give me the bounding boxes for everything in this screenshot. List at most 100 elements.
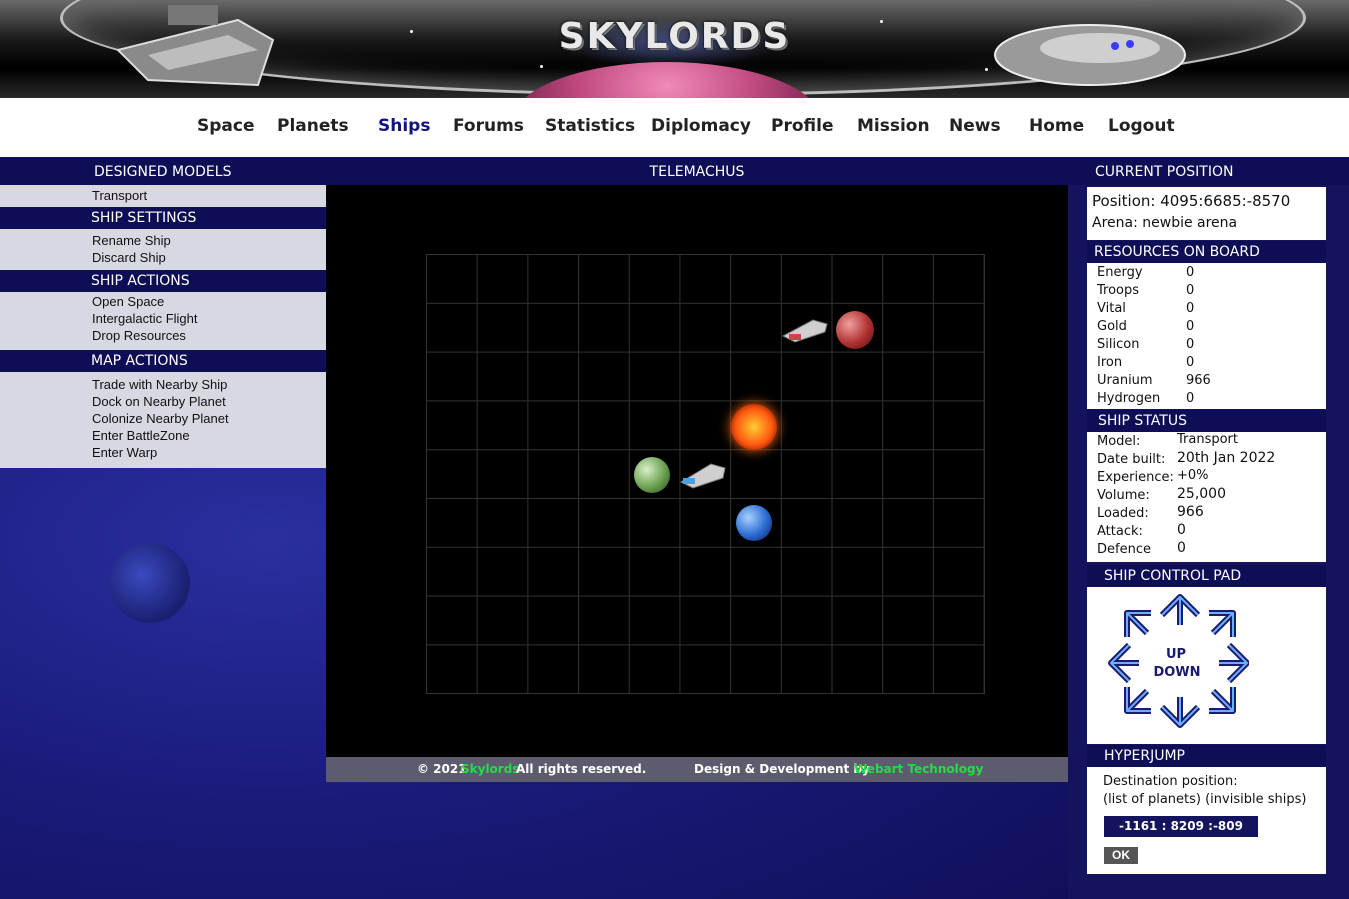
banner-star [985,68,988,71]
ship-actions-list: Open Space Intergalactic Flight Drop Res… [0,292,326,350]
menu-enter-battlezone[interactable]: Enter BattleZone [92,428,190,443]
designed-models-list: Transport [0,185,326,207]
control-pad: UP DOWN [1087,587,1326,744]
destination-label: Destination position: [1103,774,1238,789]
position-text: Position: 4095:6685:-8570 [1092,192,1291,210]
resource-name: Energy [1097,265,1143,280]
resource-value: 0 [1186,355,1195,370]
footer-rights: All rights reserved. [516,762,647,776]
ship-settings-header: SHIP SETTINGS [0,207,326,229]
resource-value: 0 [1186,283,1195,298]
status-name: Defence [1097,542,1151,557]
resource-name: Gold [1097,319,1127,334]
menu-intergalactic-flight[interactable]: Intergalactic Flight [92,311,198,326]
nav-planets[interactable]: Planets [277,116,349,136]
move-left-arrow-icon[interactable] [1105,647,1141,679]
status-name: Loaded: [1097,506,1149,521]
status-value: 0 [1177,522,1186,538]
resource-name: Hydrogen [1097,391,1161,406]
resource-value: 0 [1186,265,1195,280]
map-title: TELEMACHUS [326,157,1068,185]
resources-table: Energy 0 Troops 0 Vital 0 Gold 0 Silicon… [1087,263,1326,409]
nav-news[interactable]: News [949,116,1001,136]
sun-icon[interactable] [731,404,777,450]
nav-forums[interactable]: Forums [453,116,524,136]
main-nav: Space Planets Ships Forums Statistics Di… [0,98,1349,157]
nav-home[interactable]: Home [1029,116,1084,136]
footer: © 2021 Skylords All rights reserved. Des… [326,757,1068,782]
move-up-right-arrow-icon[interactable] [1205,607,1239,639]
menu-rename-ship[interactable]: Rename Ship [92,233,171,248]
move-right-arrow-icon[interactable] [1215,647,1249,679]
menu-drop-resources[interactable]: Drop Resources [92,328,186,343]
move-up-arrow-icon[interactable] [1165,589,1195,629]
footer-brand-link[interactable]: Skylords [461,757,519,782]
ship-status-header: SHIP STATUS [1087,410,1326,432]
move-down-arrow-icon[interactable] [1165,693,1195,733]
destination-input[interactable] [1104,816,1258,837]
planet-green[interactable] [634,457,670,493]
up-button[interactable]: UP [1153,647,1199,662]
banner-star [540,65,543,68]
resource-name: Silicon [1097,337,1140,352]
status-value: +0% [1177,468,1209,483]
player-ship-icon[interactable] [679,460,727,490]
resource-value: 966 [1186,373,1211,388]
direction-arrows [1105,589,1249,733]
ok-button[interactable]: OK [1104,847,1138,864]
background-planet [110,543,190,623]
resource-value: 0 [1186,337,1195,352]
menu-trade-nearby-ship[interactable]: Trade with Nearby Ship [92,377,227,392]
banner-star [410,30,413,33]
resource-name: Iron [1097,355,1123,370]
nav-ships[interactable]: Ships [378,116,430,136]
resource-value: 0 [1186,319,1195,334]
status-value: 20th Jan 2022 [1177,450,1276,466]
menu-enter-warp[interactable]: Enter Warp [92,445,157,460]
menu-transport[interactable]: Transport [92,188,147,203]
destination-links[interactable]: (list of planets) (invisible ships) [1103,792,1306,807]
position-box: Position: 4095:6685:-8570 Arena: newbie … [1087,187,1326,240]
status-name: Model: [1097,434,1141,449]
move-up-left-arrow-icon[interactable] [1119,607,1153,639]
move-down-right-arrow-icon[interactable] [1205,685,1239,717]
nav-statistics[interactable]: Statistics [545,116,635,136]
planet-blue[interactable] [736,505,772,541]
site-logo[interactable]: SKYLORDS [0,16,1349,57]
nav-logout[interactable]: Logout [1108,116,1175,136]
copyright-prefix: © 2021 [417,762,467,776]
footer-design-prefix: Design & Development by [694,762,870,776]
resource-value: 0 [1186,391,1195,406]
menu-open-space[interactable]: Open Space [92,294,164,309]
ship-settings-list: Rename Ship Discard Ship [0,229,326,270]
control-pad-header: SHIP CONTROL PAD [1087,565,1326,587]
menu-dock-nearby-planet[interactable]: Dock on Nearby Planet [92,394,226,409]
resource-value: 0 [1186,301,1195,316]
status-value: 25,000 [1177,486,1226,502]
resources-header: RESOURCES ON BOARD [1087,241,1326,263]
map-actions-header: MAP ACTIONS [0,350,326,372]
header-banner: SKYLORDS [0,0,1349,98]
nav-diplomacy[interactable]: Diplomacy [651,116,751,136]
footer-designer-link[interactable]: Webart Technology [854,757,983,782]
move-down-left-arrow-icon[interactable] [1119,685,1153,717]
planet-red[interactable] [836,311,874,349]
down-button[interactable]: DOWN [1147,665,1207,680]
banner-star [880,20,883,23]
nav-mission[interactable]: Mission [857,116,930,136]
menu-discard-ship[interactable]: Discard Ship [92,250,166,265]
status-value: Transport [1177,432,1239,447]
status-name: Experience: [1097,470,1174,485]
map-actions-list: Trade with Nearby Ship Dock on Nearby Pl… [0,372,326,468]
resource-name: Vital [1097,301,1126,316]
resource-name: Uranium [1097,373,1153,388]
status-value: 0 [1177,540,1186,556]
nav-space[interactable]: Space [197,116,255,136]
status-name: Volume: [1097,488,1150,503]
nav-profile[interactable]: Profile [771,116,833,136]
arena-text: Arena: newbie arena [1092,215,1238,231]
designed-models-header: DESIGNED MODELS [0,157,326,185]
status-name: Attack: [1097,524,1143,539]
ship-icon[interactable] [781,316,829,344]
menu-colonize-nearby-planet[interactable]: Colonize Nearby Planet [92,411,229,426]
